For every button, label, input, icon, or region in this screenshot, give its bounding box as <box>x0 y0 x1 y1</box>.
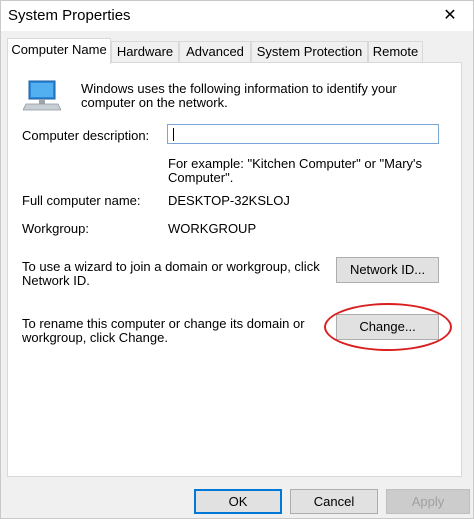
computer-description-label: Computer description: <box>22 128 150 143</box>
rename-text-line2: workgroup, click Change. <box>22 330 168 345</box>
tab-computer-name[interactable]: Computer Name <box>7 38 111 64</box>
full-computer-name-value: DESKTOP-32KSLOJ <box>168 193 290 208</box>
full-computer-name-label: Full computer name: <box>22 193 141 208</box>
cancel-button[interactable]: Cancel <box>290 489 378 514</box>
dialog-footer: OK Cancel Apply <box>1 478 473 518</box>
tab-hardware[interactable]: Hardware <box>111 41 179 62</box>
tab-system-protection[interactable]: System Protection <box>251 41 368 62</box>
title-bar: System Properties ✕ <box>1 1 473 31</box>
workgroup-label: Workgroup: <box>22 221 89 236</box>
example-text-line2: Computer". <box>168 170 234 185</box>
computer-icon <box>23 80 61 111</box>
workgroup-value: WORKGROUP <box>168 221 257 236</box>
intro-text-line1: Windows uses the following information t… <box>81 81 397 96</box>
tab-advanced[interactable]: Advanced <box>179 41 251 62</box>
close-icon[interactable]: ✕ <box>427 1 473 31</box>
example-text-line1: For example: "Kitchen Computer" or "Mary… <box>168 156 423 171</box>
computer-description-input[interactable] <box>167 124 439 144</box>
ok-button[interactable]: OK <box>194 489 282 514</box>
system-properties-window: System Properties ✕ Computer Name Hardwa… <box>0 0 474 519</box>
rename-text-line1: To rename this computer or change its do… <box>22 316 305 331</box>
apply-button[interactable]: Apply <box>386 489 470 514</box>
network-id-text-line1: To use a wizard to join a domain or work… <box>22 259 320 274</box>
tab-remote[interactable]: Remote <box>368 41 423 62</box>
intro-text-line2: computer on the network. <box>81 95 228 110</box>
red-highlight-circle <box>324 303 452 351</box>
window-title: System Properties <box>8 7 131 24</box>
network-id-button[interactable]: Network ID... <box>336 257 439 283</box>
network-id-text-line2: Network ID. <box>22 273 90 288</box>
text-caret <box>173 128 174 141</box>
